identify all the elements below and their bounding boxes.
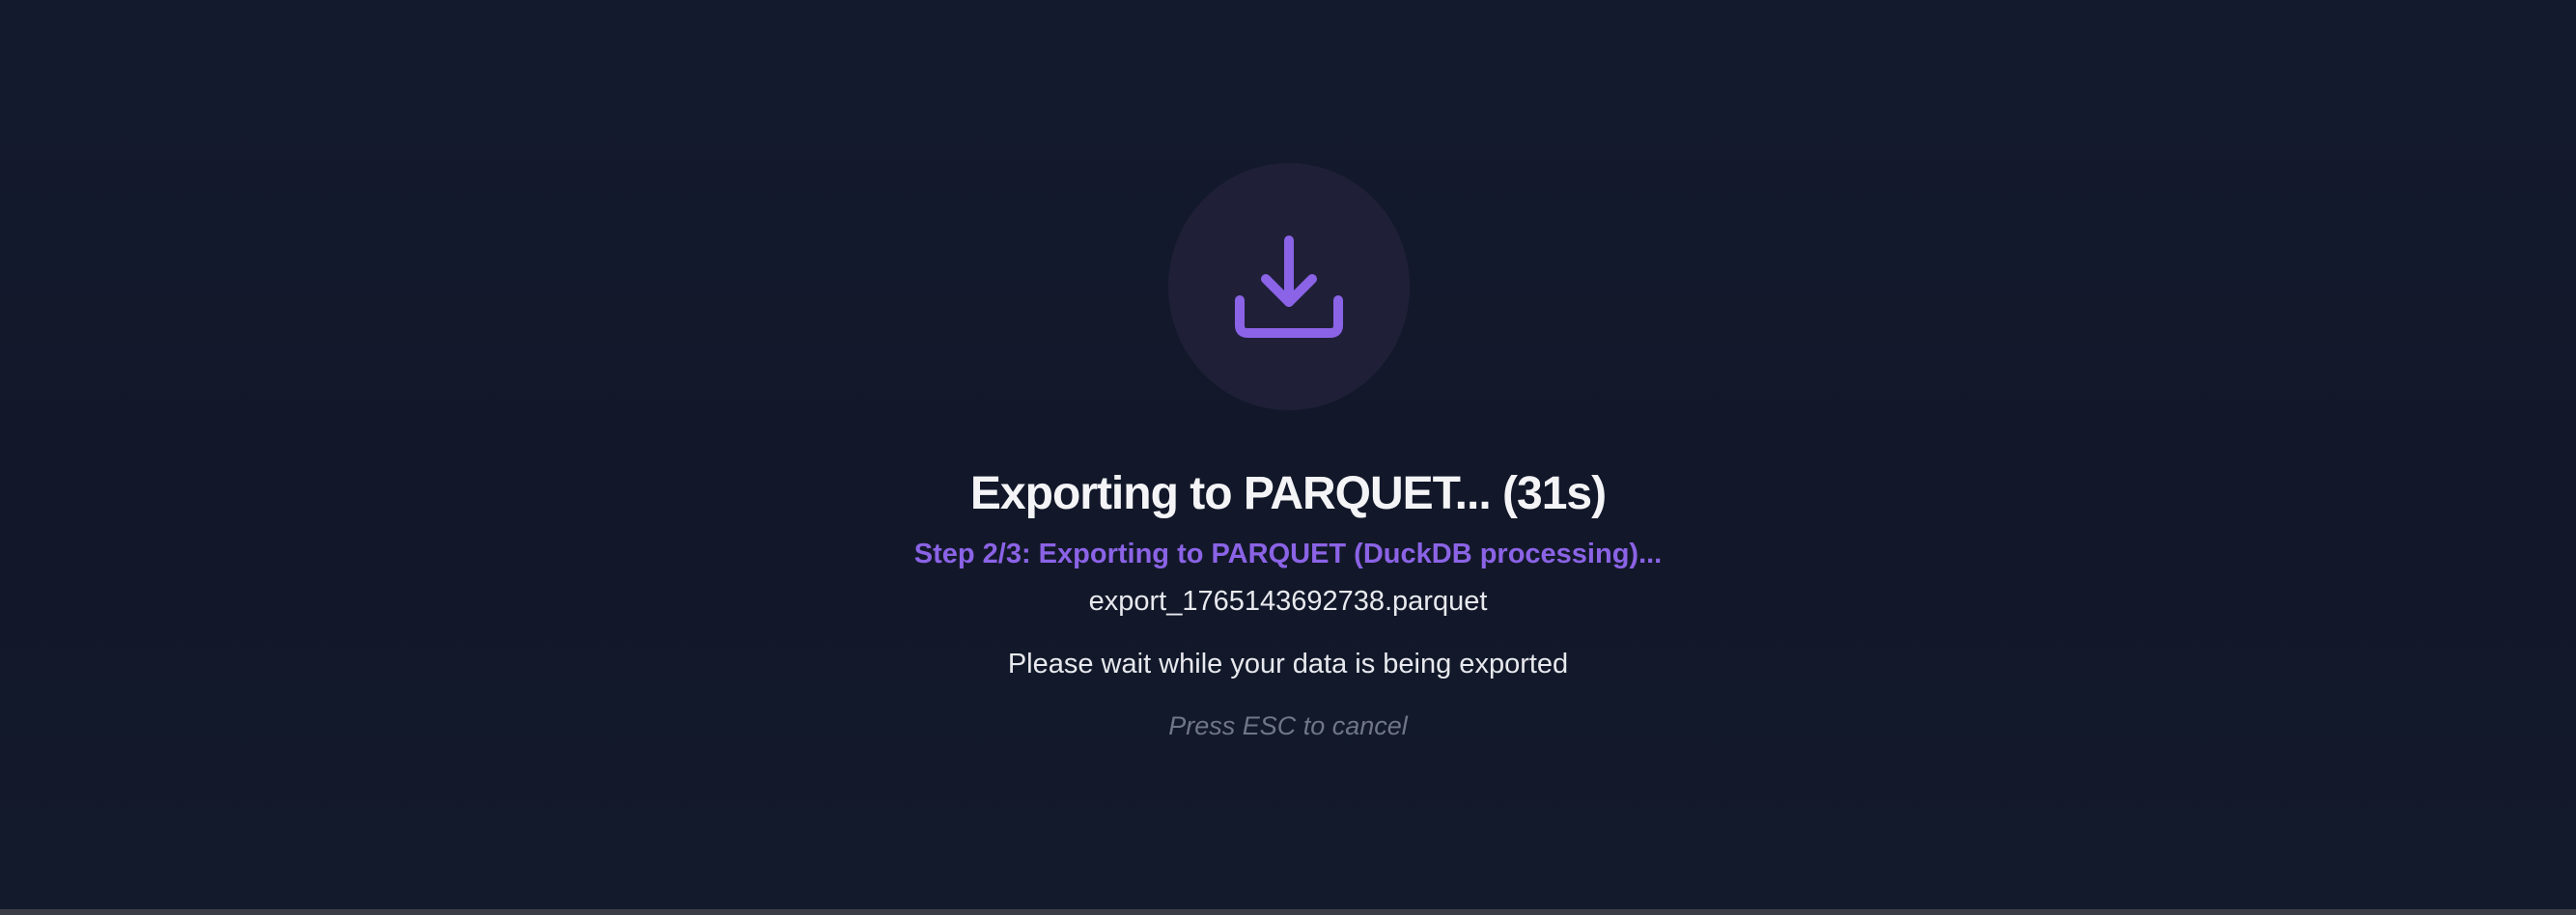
export-step-status: Step 2/3: Exporting to PARQUET (DuckDB p… xyxy=(913,539,1663,569)
export-filename: export_1765143692738.parquet xyxy=(1088,586,1488,617)
download-icon xyxy=(1235,236,1343,338)
export-icon-badge xyxy=(1168,163,1410,410)
export-wait-message: Please wait while your data is being exp… xyxy=(1007,649,1569,679)
export-title: Exporting to PARQUET... (31s) xyxy=(969,468,1607,519)
cancel-hint: Press ESC to cancel xyxy=(1168,711,1408,740)
export-progress-overlay: Exporting to PARQUET... (31s) Step 2/3: … xyxy=(0,0,2576,909)
window-bottom-edge xyxy=(0,909,2576,915)
